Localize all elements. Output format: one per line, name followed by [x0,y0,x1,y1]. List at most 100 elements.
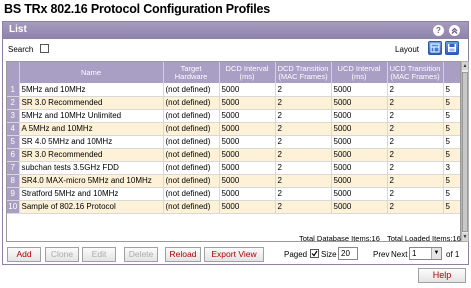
table-row[interactable]: 4A 5MHz and 10MHz (not defined) 5000 2 5000 2… [7,122,460,136]
table-cell: 5 [443,83,460,97]
table-row[interactable]: 5 SR 4.0 5MHz and 10MHz (not defined) 5000 2… [7,135,460,149]
table-cell: 2 [387,148,444,162]
table-cell: (not defined) [163,122,220,136]
column-header[interactable]: Target Hardware [163,62,220,83]
table-cell: 5MHz and 10MHz Unlimited [19,109,164,123]
table-cell: 5000 [331,161,388,175]
page-select-value: 1 [412,249,417,258]
column-header[interactable]: DCD Transition (MAC Frames) [275,62,332,83]
table-cell: 5000 [331,187,388,201]
add-button[interactable]: Add [7,247,41,262]
layout-label: Layout [395,45,420,54]
table-cell: (not defined) [163,174,220,188]
row-number: 10 [7,200,20,214]
save-icon[interactable] [445,41,459,55]
delete-button[interactable]: Delete [124,247,158,262]
edit-button[interactable]: Edit [82,247,116,262]
table-row[interactable]: 9 Stratford 5MHz and 10MHz (not defined) 50… [7,187,460,201]
panel-header: List ? [3,22,468,39]
table-cell: 5000 [331,148,388,162]
search-checkbox[interactable] [40,44,49,53]
chevron-up-icon[interactable] [449,25,460,36]
help-icon[interactable]: ? [433,25,444,36]
table-row[interactable]: 2 SR 3.0 Recommended (not defined) 5000 2 500… [7,96,460,110]
table-cell: SR 3.0 Recommended [19,96,164,110]
table-cell: 5000 [331,174,388,188]
column-header[interactable]: DCD Interval (ms) [219,62,276,83]
table-cell: 2 [275,122,332,136]
total-loaded-items: Total Loaded Items:16 [387,234,461,243]
scroll-down-icon[interactable]: ▼ [462,233,468,241]
table-cell: 2 [387,200,444,214]
panel-title: List [9,24,27,35]
column-header[interactable]: UCD Transition (MAC Frames) [387,62,444,83]
table-cell: 5000 [331,135,388,149]
scroll-up-icon[interactable]: ▲ [462,62,468,70]
column-header[interactable] [7,62,20,83]
table-cell: 5 [443,174,460,188]
table-cell: 5MHz and 10MHz [19,83,164,97]
table-cell: 5 [443,109,460,123]
table-cell: 2 [387,122,444,136]
profiles-table: Name Target Hardware DCD Interval (ms) DCD … [6,61,461,242]
help-button[interactable]: Help [418,268,466,283]
table-cell: 2 [387,135,444,149]
row-number: 9 [7,187,20,201]
table-cell: 2 [275,174,332,188]
table-cell: 2 [387,174,444,188]
table-cell: 2 [275,96,332,110]
table-row[interactable]: 6 SR 3.0 Recommended (not defined) 5000 2 500… [7,148,460,162]
search-label: Search [8,45,34,54]
vertical-scrollbar[interactable]: ▲ ▼ [461,61,469,242]
table-cell: Stratford 5MHz and 10MHz [19,187,164,201]
table-row[interactable]: 8 SR4.0 MAX-micro 5MHz and 10MHz (not defi… [7,174,460,188]
table-cell: 5000 [331,96,388,110]
column-header[interactable]: UCD Interval (ms) [331,62,388,83]
size-label: Size [321,250,337,259]
page-select[interactable]: 1 ▼ [409,247,442,260]
table-row[interactable]: 1 5MHz and 10MHz (not defined) 5000 2 5000 2 5 [7,83,460,97]
table-cell: 5000 [219,83,276,97]
table-cell: (not defined) [163,200,220,214]
paged-checkbox[interactable] [310,249,319,258]
scroll-thumb[interactable] [462,72,468,232]
chevron-down-icon: ▼ [431,248,441,259]
column-header[interactable]: Name [19,62,164,83]
prev-link[interactable]: Prev [373,250,389,259]
list-panel: List ? Search Layout Name Target Hardware… [2,21,469,265]
action-bar: Add Clone Edit Delete Reload Export View… [3,247,468,265]
row-number: 5 [7,135,20,149]
table-cell: 5000 [219,109,276,123]
table-cell: (not defined) [163,187,220,201]
table-cell: SR 3.0 Recommended [19,148,164,162]
paged-label: Paged [284,250,308,259]
table-row[interactable]: 10 Sample of 802.16 Protocol (not defined)… [7,200,460,214]
page-size-input[interactable]: 20 [338,247,358,260]
table-cell: 5 [443,187,460,201]
layout-icon[interactable] [428,41,442,55]
row-number: 1 [7,83,20,97]
row-number: 2 [7,96,20,110]
table-cell: 2 [387,161,444,175]
row-number: 6 [7,148,20,162]
column-header[interactable]: DS [443,62,460,83]
table-row[interactable]: 7 subchan tests 3.5GHz FDD (not defined) 50… [7,161,460,175]
export-view-button[interactable]: Export View [204,247,264,262]
table-cell: Sample of 802.16 Protocol [19,200,164,214]
table-cell: 2 [275,135,332,149]
reload-button[interactable]: Reload [165,247,201,262]
table-cell: SR 4.0 5MHz and 10MHz [19,135,164,149]
table-cell: (not defined) [163,83,220,97]
next-link[interactable]: Next [391,250,407,259]
table-cell: 5000 [219,135,276,149]
table-row[interactable]: 3 5MHz and 10MHz Unlimited (not defined) 50… [7,109,460,123]
row-number: 8 [7,174,20,188]
table-cell: 5000 [219,200,276,214]
table-cell: (not defined) [163,135,220,149]
table-cell: 2 [387,109,444,123]
table-cell: 5000 [219,187,276,201]
table-cell: 5000 [331,109,388,123]
clone-button[interactable]: Clone [45,247,79,262]
table-cell: (not defined) [163,148,220,162]
table-cell: 2 [275,200,332,214]
